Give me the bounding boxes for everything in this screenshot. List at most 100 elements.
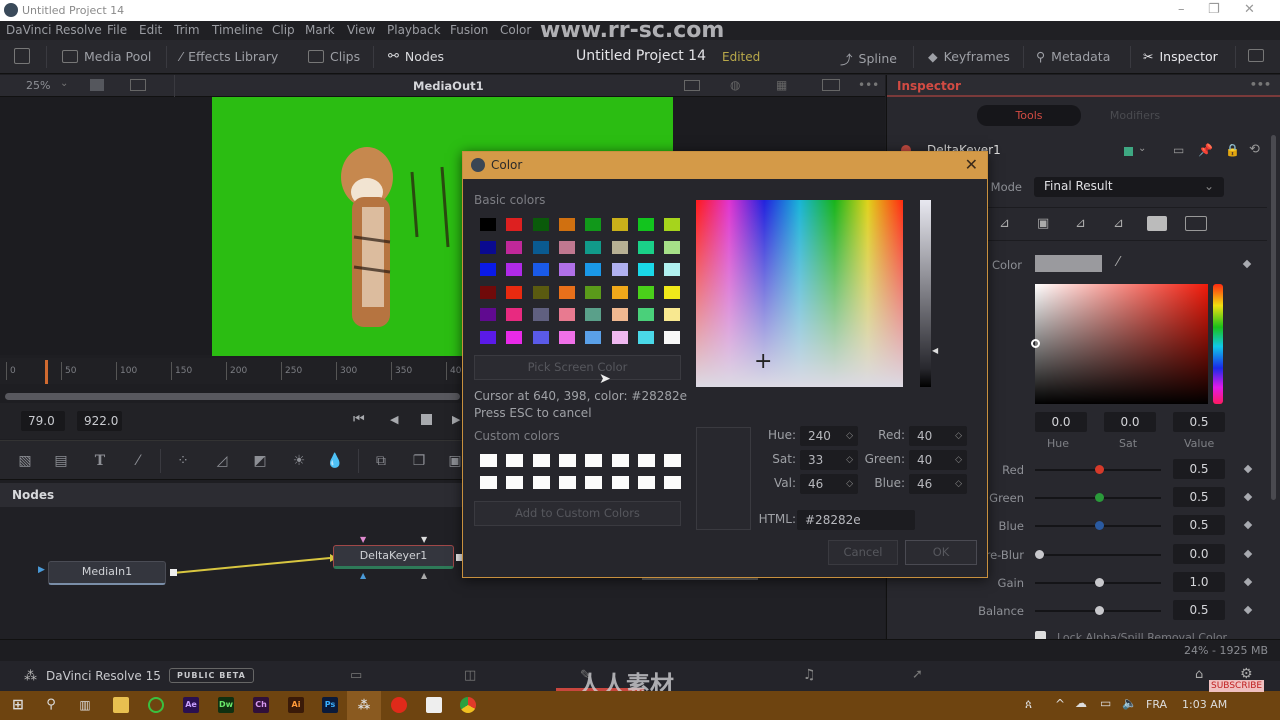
tab-modifiers[interactable]: Modifiers — [1083, 105, 1187, 126]
hue-saturation-spectrum[interactable] — [696, 200, 903, 387]
custom-color-swatch[interactable] — [637, 454, 655, 467]
stop-button[interactable] — [421, 414, 432, 425]
spin-arrows-icon[interactable]: ◇ — [955, 426, 962, 446]
menu-view[interactable]: View — [347, 23, 375, 37]
maximize-button[interactable]: ❐ — [1208, 2, 1220, 17]
basic-color-swatch[interactable] — [480, 285, 496, 299]
tool-color-swatch[interactable] — [1124, 147, 1133, 156]
custom-color-swatch[interactable] — [611, 476, 629, 489]
basic-color-swatch[interactable] — [480, 331, 496, 344]
background-tool-icon[interactable]: ▧ — [16, 453, 34, 469]
slider-value-field[interactable]: 0.5 — [1173, 515, 1225, 536]
basic-color-swatch[interactable] — [585, 308, 602, 322]
basic-color-swatch[interactable] — [664, 285, 681, 299]
lock-icon[interactable]: 🔒 — [1225, 143, 1240, 157]
basic-color-swatch[interactable] — [506, 263, 523, 277]
slider-track[interactable] — [1035, 577, 1161, 587]
basic-color-swatch[interactable] — [506, 218, 523, 231]
reset-icon[interactable]: ⟲ — [1249, 142, 1260, 157]
ok-button[interactable]: OK — [905, 540, 977, 565]
basic-color-swatch[interactable] — [480, 218, 496, 231]
menu-edit[interactable]: Edit — [139, 23, 162, 37]
basic-color-swatch[interactable] — [480, 263, 496, 277]
workspace-toggle-button[interactable] — [14, 48, 30, 64]
current-frame-field[interactable]: 79.0 — [21, 411, 65, 431]
menu-file[interactable]: File — [107, 23, 127, 37]
basic-color-swatch[interactable] — [585, 285, 602, 299]
keyframe-diamond-icon[interactable] — [1243, 549, 1253, 558]
slider-value-field[interactable]: 0.5 — [1173, 600, 1225, 620]
basic-color-swatch[interactable] — [611, 331, 628, 344]
menu-playback[interactable]: Playback — [387, 23, 441, 37]
onedrive-icon[interactable]: ☁ — [1075, 696, 1087, 710]
spline-button[interactable]: ⤴ Spline — [840, 49, 897, 68]
basic-color-swatch[interactable] — [480, 308, 496, 322]
basic-color-swatch[interactable] — [558, 218, 575, 231]
custom-color-swatch[interactable] — [664, 476, 682, 489]
pick-matte-icon[interactable]: ⊿ — [1113, 216, 1124, 231]
inspector-button[interactable]: ✂ Inspector — [1143, 49, 1218, 64]
slider-value-field[interactable]: 0.5 — [1173, 459, 1225, 479]
custom-color-swatch[interactable] — [585, 454, 603, 467]
garbage-matte-icon[interactable] — [1185, 216, 1207, 231]
compare-icon[interactable] — [822, 79, 840, 91]
menu-clip[interactable]: Clip — [272, 23, 295, 37]
basic-color-swatch[interactable] — [637, 308, 654, 322]
basic-color-swatch[interactable] — [532, 285, 549, 299]
media-page-icon[interactable]: ▭ — [350, 668, 362, 683]
custom-color-swatch[interactable] — [480, 476, 497, 489]
blue-spinbox[interactable]: 46 ◇ — [909, 474, 967, 494]
layout-icon[interactable] — [90, 79, 104, 91]
value-slider[interactable] — [920, 200, 931, 387]
custom-color-swatch[interactable] — [611, 454, 629, 467]
file-explorer-icon[interactable] — [113, 697, 129, 713]
language-indicator[interactable]: FRA — [1146, 698, 1167, 711]
basic-color-swatch[interactable] — [585, 331, 602, 344]
task-view-icon[interactable]: ▥ — [77, 697, 93, 713]
keyframe-diamond-icon[interactable] — [1243, 464, 1253, 474]
basic-color-swatch[interactable] — [558, 308, 575, 322]
notes-icon[interactable] — [426, 697, 442, 713]
menu-fusion[interactable]: Fusion — [450, 23, 488, 37]
basic-color-swatch[interactable] — [532, 331, 549, 344]
basic-color-swatch[interactable] — [558, 240, 575, 254]
illustrator-icon[interactable]: Ai — [288, 697, 304, 713]
pick-spill-icon[interactable]: ⊿ — [1075, 216, 1086, 231]
people-icon[interactable]: ጰ — [1025, 697, 1032, 712]
viewer-zoom-dropdown[interactable]: 25% — [26, 79, 50, 92]
pick-screen-color-button[interactable]: Pick Screen Color — [474, 355, 681, 380]
menu-color[interactable]: Color — [500, 23, 531, 37]
custom-color-swatch[interactable] — [664, 454, 682, 467]
custom-color-swatch[interactable] — [585, 476, 603, 489]
basic-color-swatch[interactable] — [506, 331, 523, 344]
slider-knob[interactable] — [1095, 606, 1104, 615]
spectrum-crosshair-icon[interactable]: + — [754, 351, 772, 373]
version-icon[interactable]: ▭ — [1173, 143, 1184, 157]
basic-color-swatch[interactable] — [637, 263, 654, 277]
spin-arrows-icon[interactable]: ◇ — [955, 474, 962, 494]
deliver-page-icon[interactable]: ➚ — [912, 667, 923, 682]
paint-brush-icon[interactable]: ⁄ — [129, 453, 147, 469]
node-output-port[interactable] — [170, 569, 177, 576]
basic-color-swatch[interactable] — [532, 240, 549, 254]
basic-color-swatch[interactable] — [611, 308, 628, 322]
basic-color-swatch[interactable] — [611, 263, 628, 277]
basic-color-swatch[interactable] — [637, 285, 654, 299]
bspline-mask-icon[interactable]: ◩ — [251, 453, 269, 469]
clock[interactable]: 1:03 AM — [1182, 698, 1227, 711]
slider-track[interactable] — [1035, 606, 1161, 615]
slider-knob[interactable] — [1035, 549, 1044, 559]
slider-track[interactable] — [1035, 465, 1161, 474]
minimize-button[interactable]: – — [1178, 2, 1185, 17]
inspector-options-icon[interactable]: ••• — [1250, 78, 1271, 91]
effects-library-button[interactable]: ⁄ Effects Library — [180, 49, 278, 64]
keyframe-diamond-icon[interactable] — [1243, 577, 1253, 587]
davinci-resolve-taskbar-icon[interactable]: ⁂ — [356, 697, 372, 713]
media-pool-button[interactable]: Media Pool — [62, 49, 151, 64]
basic-color-swatch[interactable] — [637, 218, 654, 231]
color-picker-square[interactable] — [1035, 284, 1208, 404]
chevron-down-icon[interactable]: ⌄ — [1138, 143, 1146, 154]
basic-color-swatch[interactable] — [532, 263, 549, 277]
green-spinbox[interactable]: 40 ◇ — [909, 450, 967, 470]
spin-arrows-icon[interactable]: ◇ — [846, 450, 853, 470]
